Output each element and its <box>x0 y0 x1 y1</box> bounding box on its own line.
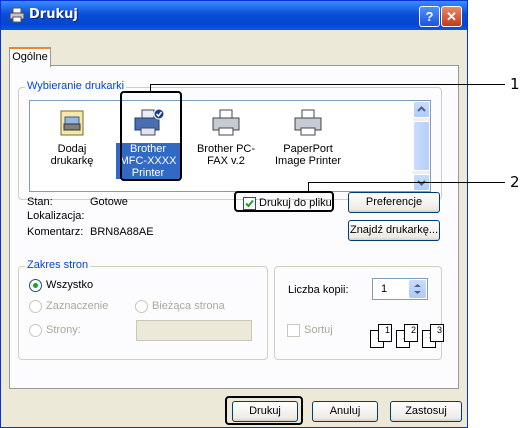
printer-list-scrollbar[interactable] <box>413 101 430 191</box>
spin-arrows-icon <box>414 284 421 294</box>
tab-general[interactable]: Ogólne <box>9 47 51 67</box>
callout-line-1 <box>150 84 505 85</box>
collate-checkbox[interactable] <box>287 324 300 337</box>
printer-item-paperport[interactable]: PaperPort Image Printer <box>270 107 346 185</box>
help-button[interactable]: ? <box>419 6 440 27</box>
range-pages-label[interactable]: Strony: <box>46 324 81 336</box>
printer-item-label: Dodaj drukarkę <box>50 143 94 167</box>
comment-label: Komentarz: <box>27 226 84 238</box>
collate-label[interactable]: Sortuj <box>304 324 333 336</box>
printer-select-group: Wybieranie drukarki Dodaj drukarkę Broth… <box>18 80 442 200</box>
callout-number-2: 2 <box>510 173 520 191</box>
cancel-button[interactable]: Anuluj <box>312 401 378 422</box>
window-title: Drukuj <box>29 7 78 22</box>
printer-list[interactable]: Dodaj drukarkę Brother MFC-XXXX Printer <box>29 100 431 192</box>
copies-value[interactable]: 1 <box>381 283 387 295</box>
comment-value: BRN8A88AE <box>90 226 154 238</box>
callout-line-2-drop <box>308 182 309 192</box>
fax-printer-icon <box>212 109 240 136</box>
print-dialog: Drukuj ? ✕ Ogólne Wybieranie drukarki Do… <box>0 0 468 428</box>
range-all-label[interactable]: Wszystko <box>46 279 93 291</box>
find-printer-button[interactable]: Znajdź drukarkę... <box>348 220 440 241</box>
printer-icon <box>9 7 25 23</box>
callout-highlight-printer <box>120 91 182 181</box>
copies-stepper[interactable]: 1 <box>372 278 428 300</box>
pages-input[interactable] <box>136 320 252 341</box>
copies-label: Liczba kopii: <box>288 284 349 296</box>
printer-item-label: PaperPort Image Printer <box>274 143 342 167</box>
add-printer-icon <box>60 110 84 136</box>
status-value: Gotowe <box>90 196 128 208</box>
printer-item-label: Brother PC-FAX v.2 <box>196 143 256 167</box>
scroll-thumb[interactable] <box>413 121 430 171</box>
range-all-radio[interactable] <box>29 279 42 292</box>
callout-line-2 <box>308 182 505 183</box>
printer-item-pc-fax[interactable]: Brother PC-FAX v.2 <box>194 107 258 185</box>
range-pages-radio[interactable] <box>29 324 42 337</box>
scroll-up-button[interactable] <box>413 101 430 118</box>
range-selection-label[interactable]: Zaznaczenie <box>46 300 108 312</box>
preferences-button[interactable]: Preferencje <box>348 192 440 213</box>
apply-button[interactable]: Zastosuj <box>390 401 462 422</box>
printer-group-legend: Wybieranie drukarki <box>25 80 127 92</box>
range-selection-radio[interactable] <box>29 300 42 313</box>
printer-item-add[interactable]: Dodaj drukarkę <box>40 107 104 185</box>
callout-highlight-print-button <box>225 396 303 425</box>
tab-panel: Wybieranie drukarki Dodaj drukarkę Broth… <box>9 65 459 389</box>
copies-spin-button[interactable] <box>409 280 426 298</box>
callout-line-1-drop <box>150 84 151 92</box>
range-current-page-radio[interactable] <box>135 300 148 313</box>
status-label: Stan: <box>27 196 53 208</box>
chevron-up-icon <box>417 106 426 112</box>
page-preview: 3 <box>430 324 444 342</box>
callout-highlight-print-to-file <box>234 191 334 212</box>
printer-icon <box>294 109 322 136</box>
close-button[interactable]: ✕ <box>441 6 462 27</box>
callout-number-1: 1 <box>510 75 520 93</box>
range-current-page-label[interactable]: Bieżąca strona <box>152 300 225 312</box>
page-range-legend: Zakres stron <box>25 259 91 271</box>
radio-dot <box>33 283 38 288</box>
title-bar[interactable]: Drukuj ? ✕ <box>1 1 467 30</box>
page-preview: 1 <box>378 324 392 342</box>
location-label: Lokalizacja: <box>27 210 85 222</box>
page-preview: 2 <box>404 324 418 342</box>
